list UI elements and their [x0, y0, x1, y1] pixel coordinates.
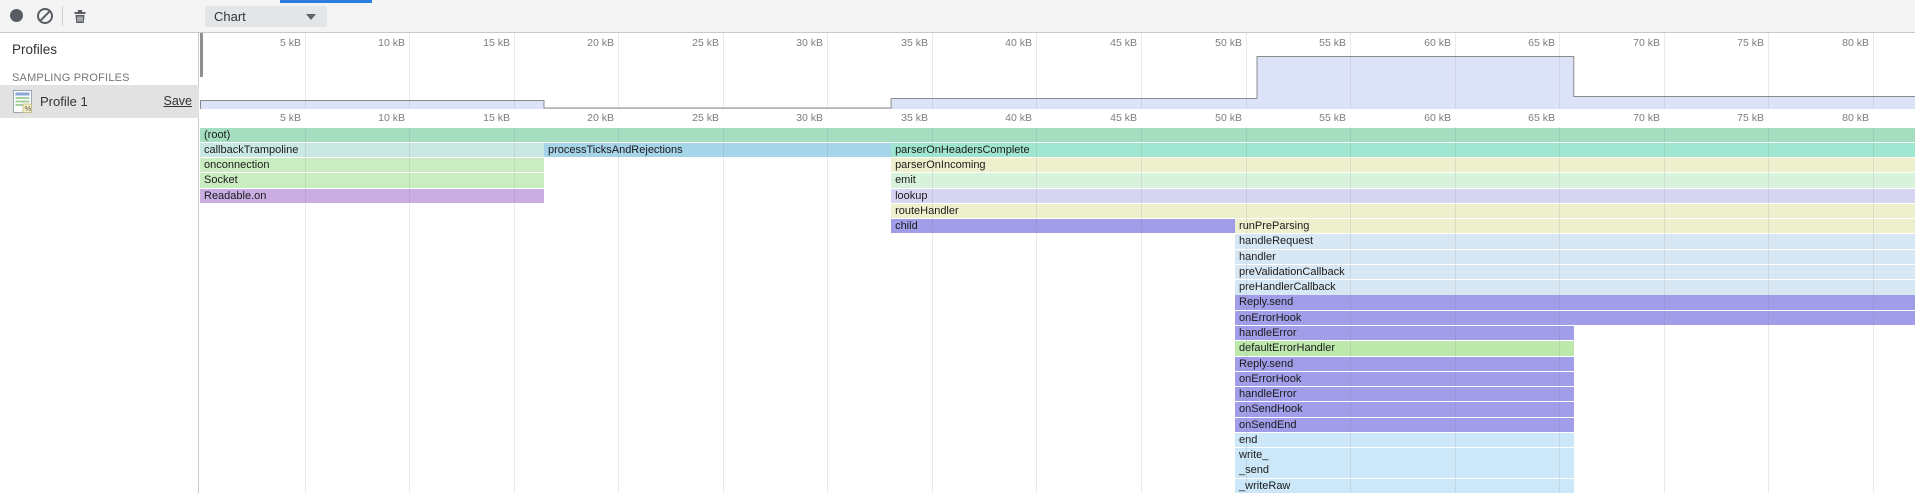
tick-label-20kb: 20 kB [554, 112, 614, 124]
flame-bar-lookup[interactable]: lookup [891, 189, 1915, 203]
flame-bar-handler[interactable]: handler [1235, 250, 1915, 264]
flame-bar-routeHandler[interactable]: routeHandler [891, 204, 1915, 218]
gridline-25kb [723, 127, 724, 493]
allocation-overview-chart[interactable]: 5 kB10 kB15 kB20 kB25 kB30 kB35 kB40 kB4… [200, 33, 1915, 109]
flame-bar-Socket[interactable]: Socket [200, 173, 544, 187]
tick-label-35kb: 35 kB [868, 112, 928, 124]
flame-bar-handleRequest[interactable]: handleRequest [1235, 234, 1915, 248]
gridline-30kb [827, 127, 828, 493]
tick-label-30kb: 30 kB [763, 112, 823, 124]
svg-text:%: % [25, 104, 32, 113]
flame-bar-handleError[interactable]: handleError [1235, 326, 1574, 340]
flame-bar-Reply.send[interactable]: Reply.send [1235, 295, 1915, 309]
flame-bar-onSendEnd[interactable]: onSendEnd [1235, 418, 1574, 432]
tick-label-50kb: 50 kB [1182, 112, 1242, 124]
view-mode-select[interactable]: Chart [205, 6, 327, 27]
trash-icon[interactable] [71, 7, 89, 25]
flame-bar-runPreParsing[interactable]: runPreParsing [1235, 219, 1915, 233]
tick-label-40kb: 40 kB [972, 112, 1032, 124]
gridline-20kb [618, 127, 619, 493]
flame-bar-preValidationCallback[interactable]: preValidationCallback [1235, 265, 1915, 279]
sidebar-item-profile-1[interactable]: % Profile 1 Save [0, 85, 199, 118]
flame-bar-parserOnHeadersComplete[interactable]: parserOnHeadersComplete [891, 143, 1915, 157]
flame-bar-_send[interactable]: _send [1235, 463, 1574, 477]
flame-bar-parserOnIncoming[interactable]: parserOnIncoming [891, 158, 1915, 172]
profile-name: Profile 1 [40, 94, 88, 109]
flame-bar-onSendHook[interactable]: onSendHook [1235, 402, 1574, 416]
chevron-down-icon [306, 14, 316, 20]
flame-bar-Readable.on[interactable]: Readable.on [200, 189, 544, 203]
flame-bar-handleError[interactable]: handleError [1235, 387, 1574, 401]
record-icon[interactable] [10, 9, 23, 22]
flame-bar-preHandlerCallback[interactable]: preHandlerCallback [1235, 280, 1915, 294]
sampling-profiles-section-label: SAMPLING PROFILES [12, 72, 130, 84]
profiler-panel: Chart Profiles SAMPLING PROFILES % Profi… [0, 0, 1915, 493]
flame-bar-onErrorHook[interactable]: onErrorHook [1235, 311, 1915, 325]
flame-bar-emit[interactable]: emit [891, 173, 1915, 187]
save-link[interactable]: Save [164, 94, 193, 108]
sidebar: Profiles SAMPLING PROFILES % Profile 1 S… [0, 33, 199, 493]
overview-scrollbar-thumb[interactable] [200, 33, 203, 77]
tick-label-10kb: 10 kB [345, 112, 405, 124]
flame-bar-processTicksAndRejections[interactable]: processTicksAndRejections [544, 143, 891, 157]
flame-chart-ruler: 5 kB 10 kB 15 kB 20 kB 25 kB 30 kB 35 kB 40 kB 4… [200, 109, 1915, 127]
toolbar-separator [62, 6, 63, 26]
profile-document-icon: % [13, 90, 32, 113]
tick-label-15kb: 15 kB [450, 112, 510, 124]
flame-bar-root[interactable]: (root) [200, 128, 1915, 142]
flame-bar-defaultErrorHandler[interactable]: defaultErrorHandler [1235, 341, 1574, 355]
flame-bar-onconnection[interactable]: onconnection [200, 158, 544, 172]
tick-label-5kb: 5 kB [241, 112, 301, 124]
tick-label-80kb: 80 kB [1809, 112, 1869, 124]
flame-bar-write_[interactable]: write_ [1235, 448, 1574, 462]
clear-icon[interactable] [36, 7, 54, 25]
flame-bar-end[interactable]: end [1235, 433, 1574, 447]
view-mode-selected-value: Chart [214, 9, 246, 24]
tick-label-25kb: 25 kB [659, 112, 719, 124]
tick-label-55kb: 55 kB [1286, 112, 1346, 124]
tick-label-75kb: 75 kB [1704, 112, 1764, 124]
active-tab-underline [280, 0, 372, 3]
tick-label-45kb: 45 kB [1077, 112, 1137, 124]
flame-bar-_writeRaw[interactable]: _writeRaw [1235, 479, 1574, 493]
toolbar: Chart [0, 0, 1915, 33]
chart-pane: 5 kB 10 kB 15 kB 20 kB 25 kB 30 kB 35 kB 40 kB 4… [200, 33, 1915, 493]
flame-bar-callbackTrampoline[interactable]: callbackTrampoline [200, 143, 544, 157]
overview-area-path [200, 33, 1915, 109]
flame-bar-onErrorHook[interactable]: onErrorHook [1235, 372, 1574, 386]
flame-bar-Reply.send[interactable]: Reply.send [1235, 357, 1574, 371]
flame-chart: (root)callbackTrampolineprocessTicksAndR… [200, 127, 1915, 493]
tick-label-60kb: 60 kB [1391, 112, 1451, 124]
flame-bar-child[interactable]: child [891, 219, 1235, 233]
sidebar-title: Profiles [12, 42, 57, 57]
tick-label-65kb: 65 kB [1495, 112, 1555, 124]
tick-label-70kb: 70 kB [1600, 112, 1660, 124]
